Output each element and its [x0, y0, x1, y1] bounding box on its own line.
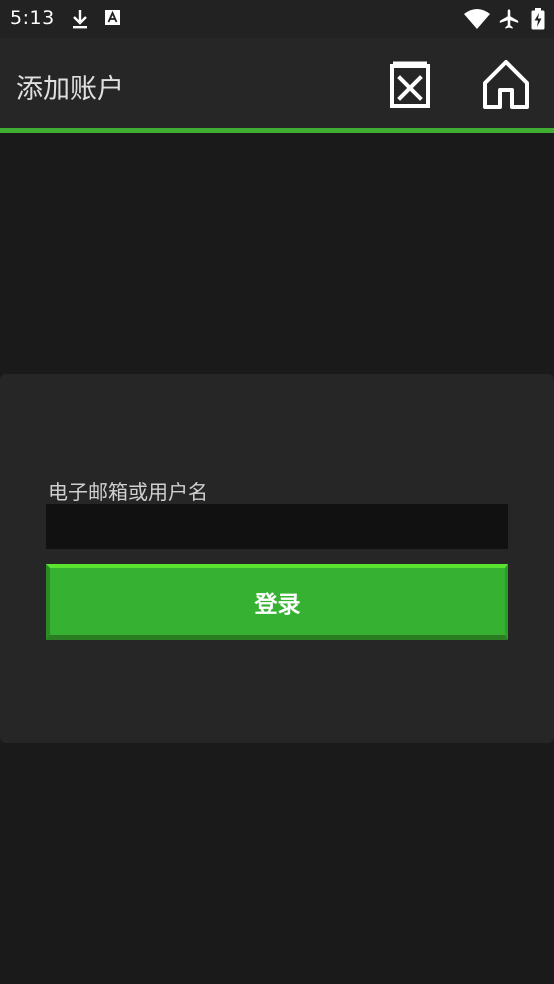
download-icon	[73, 10, 87, 29]
login-button[interactable]: 登录	[46, 564, 508, 640]
battery-charging-icon	[531, 8, 545, 30]
delete-icon[interactable]	[384, 58, 436, 112]
a-box-icon	[105, 10, 120, 25]
status-time: 5:13	[10, 7, 55, 29]
page-title: 添加账户	[16, 74, 124, 105]
airplane-icon	[499, 9, 519, 29]
email-field[interactable]	[46, 504, 508, 549]
home-icon[interactable]	[480, 58, 532, 112]
wifi-icon	[464, 9, 490, 29]
email-field-label: 电子邮箱或用户名	[48, 480, 208, 504]
app-bar-divider	[0, 128, 554, 133]
login-card	[0, 374, 554, 743]
status-bar: 5:13	[0, 0, 554, 38]
